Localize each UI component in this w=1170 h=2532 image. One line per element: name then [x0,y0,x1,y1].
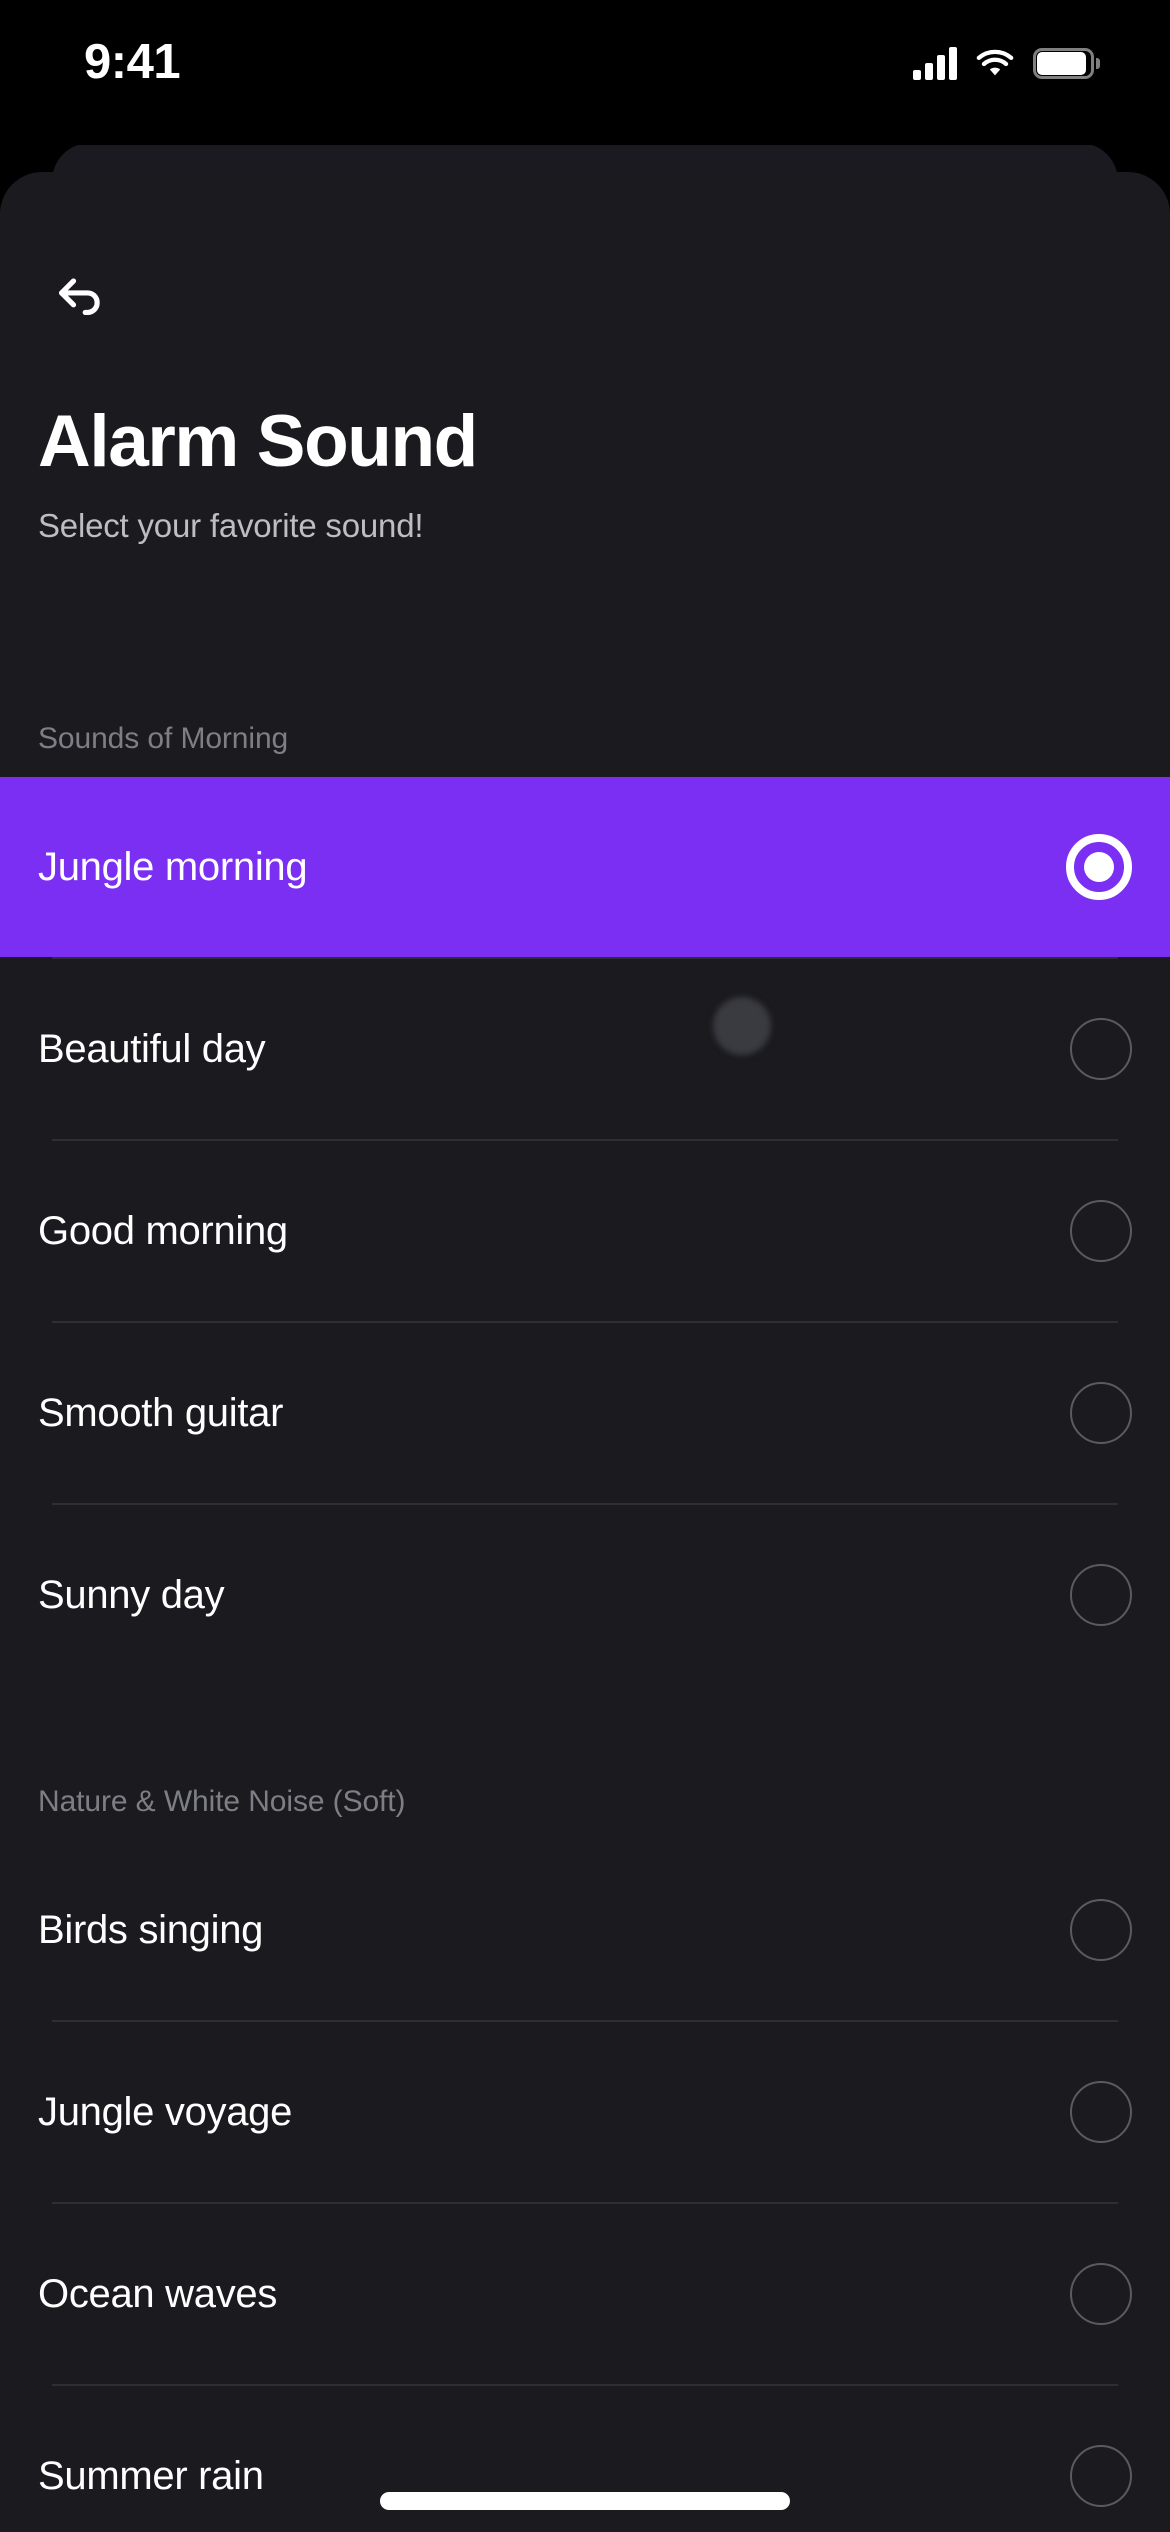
home-indicator[interactable] [380,2492,790,2510]
sound-option-label: Jungle morning [38,845,308,889]
radio-button-unselected[interactable] [1070,2263,1132,2325]
sound-option-row[interactable]: Birds singing [0,1840,1170,2020]
status-bar-indicators [913,40,1100,86]
sound-option-label: Smooth guitar [38,1391,284,1435]
page-subtitle: Select your favorite sound! [38,507,424,544]
section-header: Sounds of Morning [38,721,289,755]
sound-option-label: Jungle voyage [38,2090,293,2134]
radio-button-unselected[interactable] [1070,1200,1132,1262]
sound-option-row[interactable]: Jungle morning [0,777,1170,957]
sound-option-label: Good morning [38,1209,288,1253]
page-title: Alarm Sound [38,401,478,482]
radio-button-unselected[interactable] [1070,1018,1132,1080]
radio-button-unselected[interactable] [1070,1899,1132,1961]
sound-option-label: Ocean waves [38,2272,278,2316]
sound-option-row[interactable]: Beautiful day [0,959,1170,1139]
sound-list: Sounds of Morning Jungle morning Beautiful… [0,700,1170,2532]
phone-screen: 9:41 Alarm Sound Select your favorite so… [0,0,1170,2532]
cellular-signal-icon [913,46,957,80]
sound-option-label: Birds singing [38,1908,264,1952]
touch-ripple-indicator [713,997,771,1055]
radio-button-unselected[interactable] [1070,1564,1132,1626]
back-button[interactable] [34,248,126,340]
back-arrow-icon [54,268,106,320]
sound-option-row[interactable]: Sunny day [0,1505,1170,1685]
wifi-icon [974,47,1016,80]
sound-option-row[interactable]: Summer rain [0,2386,1170,2532]
radio-button-selected[interactable] [1066,834,1132,900]
sound-option-row[interactable]: Jungle voyage [0,2022,1170,2202]
radio-button-unselected[interactable] [1070,2445,1132,2507]
sound-option-label: Beautiful day [38,1027,266,1071]
section-header: Nature & White Noise (Soft) [38,1784,406,1818]
sound-option-label: Sunny day [38,1573,225,1617]
sound-option-row[interactable]: Good morning [0,1141,1170,1321]
battery-icon [1033,47,1100,79]
radio-button-unselected[interactable] [1070,1382,1132,1444]
sound-option-row[interactable]: Ocean waves [0,2204,1170,2384]
sound-option-label: Summer rain [38,2454,264,2498]
status-bar-time: 9:41 [84,35,181,89]
status-bar: 9:41 [0,0,1170,145]
radio-button-unselected[interactable] [1070,2081,1132,2143]
sound-option-row[interactable]: Smooth guitar [0,1323,1170,1503]
